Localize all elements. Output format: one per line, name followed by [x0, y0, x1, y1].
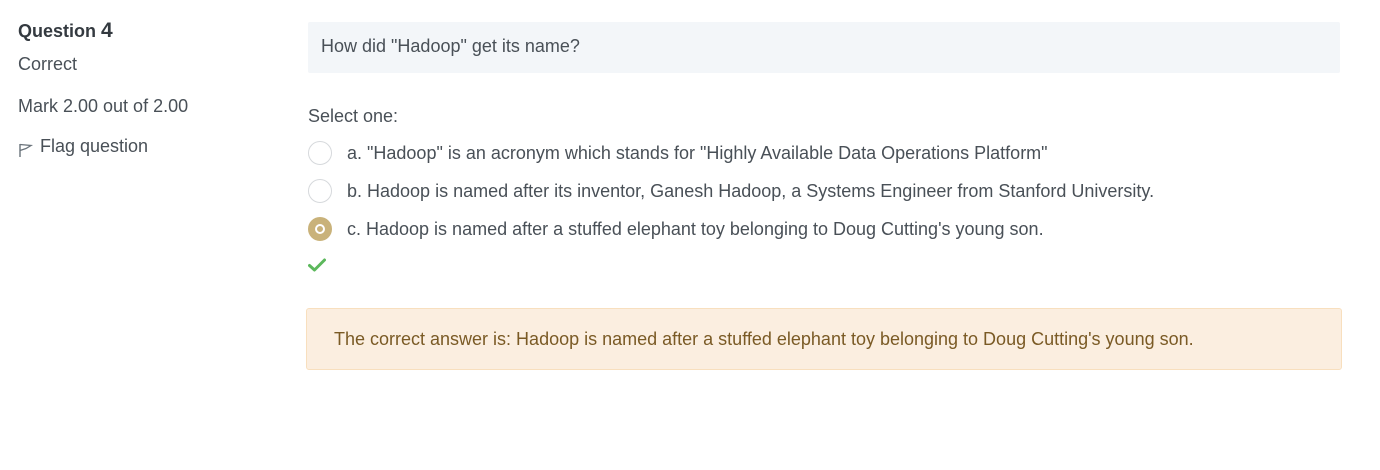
question-state: Correct: [18, 54, 78, 74]
question-text: How did "Hadoop" get its name?: [308, 22, 1340, 73]
flag-question-label: Flag question: [40, 136, 149, 156]
answer-radio-c[interactable]: [308, 217, 332, 241]
answer-list: a. "Hadoop" is an acronym which stands f…: [308, 134, 1340, 248]
answer-option-c[interactable]: c. Hadoop is named after a stuffed eleph…: [308, 210, 1340, 248]
answer-label-c: c. Hadoop is named after a stuffed eleph…: [347, 218, 1044, 239]
question-number: 4: [101, 19, 113, 42]
question-label: Question: [18, 21, 97, 41]
answer-label-b: b. Hadoop is named after its inventor, G…: [347, 180, 1155, 201]
correct-answer-feedback: The correct answer is: Hadoop is named a…: [306, 308, 1342, 370]
flag-icon: [18, 140, 34, 157]
question-info: Question 4 Correct Mark 2.00 out of 2.00…: [18, 16, 278, 158]
select-one-prompt: Select one:: [308, 106, 399, 126]
quiz-question-page: Question 4 Correct Mark 2.00 out of 2.00…: [0, 0, 1380, 470]
answer-radio-b[interactable]: [308, 179, 332, 203]
check-icon: [308, 256, 326, 274]
answer-radio-a[interactable]: [308, 141, 332, 165]
answer-option-b[interactable]: b. Hadoop is named after its inventor, G…: [308, 172, 1340, 210]
question-heading: Question 4: [18, 16, 278, 46]
question-grade: Mark 2.00 out of 2.00: [18, 96, 189, 116]
flag-question-link[interactable]: Flag question: [18, 134, 278, 158]
question-content: How did "Hadoop" get its name? Select on…: [308, 22, 1340, 274]
feedback-text: The correct answer is: Hadoop is named a…: [334, 328, 1194, 349]
answer-option-a[interactable]: a. "Hadoop" is an acronym which stands f…: [308, 134, 1340, 172]
answer-label-a: a. "Hadoop" is an acronym which stands f…: [347, 142, 1048, 163]
